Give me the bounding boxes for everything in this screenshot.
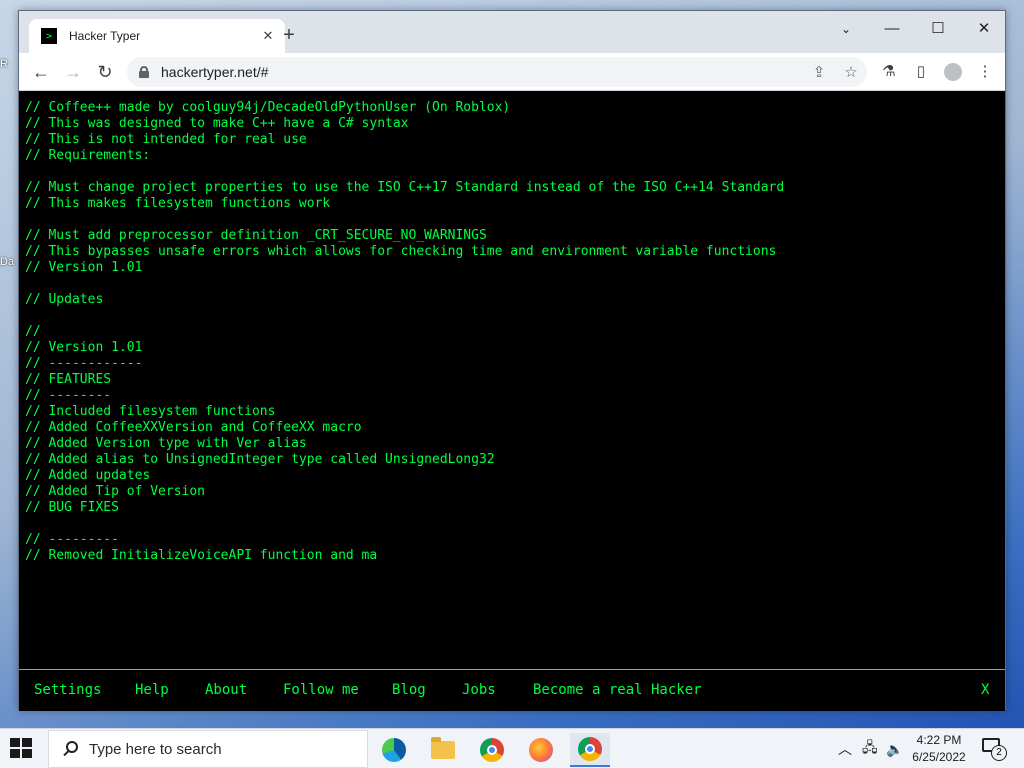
clock-time: 4:22 PM	[916, 733, 962, 747]
search-placeholder: Type here to search	[89, 740, 222, 758]
desktop-icon-fragment: Da	[0, 256, 15, 268]
bookmark-star-icon[interactable]: ☆	[835, 63, 867, 81]
forward-button[interactable]: →	[61, 60, 85, 84]
terminal-line: // Added Tip of Version	[25, 484, 206, 499]
chrome-icon	[480, 738, 504, 762]
terminal-line: // Version 1.01	[25, 260, 143, 275]
clock-date: 6/25/2022	[912, 750, 966, 764]
reload-button[interactable]: ↻	[93, 60, 117, 84]
footer-link-jobs[interactable]: Jobs	[462, 682, 496, 698]
terminal-line: // ------------	[25, 356, 143, 371]
footer-close-button[interactable]: X	[981, 682, 989, 698]
taskbar-search-input[interactable]: Type here to search	[48, 730, 368, 768]
terminal-line: // This makes filesystem functions work	[25, 196, 331, 211]
taskbar-firefox-button[interactable]	[521, 733, 561, 767]
footer-link-blog[interactable]: Blog	[392, 682, 426, 698]
terminal-line: // Included filesystem functions	[25, 404, 276, 419]
notification-count-badge: 2	[991, 745, 1007, 761]
terminal-line: // This bypasses unsafe errors which all…	[25, 244, 777, 259]
address-bar[interactable]: hackertyper.net/# ⇪ ☆	[127, 57, 867, 87]
tray-overflow-chevron-icon[interactable]: ︿	[838, 729, 852, 768]
footer-link-about[interactable]: About	[205, 682, 247, 698]
terminal-line: // Requirements:	[25, 148, 151, 163]
terminal-line: // This is not intended for real use	[25, 132, 307, 147]
hackertyper-favicon-icon: >	[41, 28, 57, 44]
tab-strip: > Hacker Typer ✕ + ⌄ — ☐ ✕	[19, 11, 1005, 53]
footer-link-follow-me[interactable]: Follow me	[283, 682, 359, 698]
url-text[interactable]: hackertyper.net/#	[161, 64, 803, 80]
terminal-line: // This was designed to make C++ have a …	[25, 116, 409, 131]
tab-close-icon[interactable]: ✕	[257, 28, 279, 44]
network-icon[interactable]: 🖧	[862, 729, 878, 768]
hacker-footer-bar: Settings Help About Follow me Blog Jobs …	[19, 669, 1005, 711]
side-panel-icon[interactable]: ▯	[907, 60, 935, 84]
terminal-line: // Added updates	[25, 468, 151, 483]
browser-window: > Hacker Typer ✕ + ⌄ — ☐ ✕ ← → ↻ hackert…	[18, 10, 1006, 711]
terminal-line: // Updates	[25, 292, 104, 307]
profile-avatar-icon[interactable]	[939, 60, 967, 84]
tab-search-button[interactable]: ⌄	[823, 17, 869, 41]
windows-start-icon[interactable]	[10, 738, 34, 760]
back-button[interactable]: ←	[29, 60, 53, 84]
terminal-line: // --------	[25, 388, 112, 403]
notification-center-icon[interactable]: 2	[982, 738, 1007, 761]
minimize-button[interactable]: —	[869, 17, 915, 41]
maximize-button[interactable]: ☐	[915, 17, 961, 41]
firefox-icon	[529, 738, 553, 762]
search-icon	[63, 741, 79, 757]
browser-toolbar: ← → ↻ hackertyper.net/# ⇪ ☆ ⚗ ▯ ⋮	[19, 53, 1005, 91]
hacker-terminal[interactable]: // Coffee++ made by coolguy94j/DecadeOld…	[19, 91, 1005, 669]
tab-title: Hacker Typer	[69, 29, 141, 43]
desktop-icon-fragment: R	[0, 58, 8, 70]
taskbar: Type here to search ︿ 🖧 🔈 4:22 PM 6/25/2…	[0, 728, 1024, 768]
taskbar-clock[interactable]: 4:22 PM 6/25/2022	[908, 732, 970, 766]
terminal-line: // ---------	[25, 532, 119, 547]
taskbar-file-explorer-button[interactable]	[423, 733, 463, 767]
terminal-line: // Coffee++ made by coolguy94j/DecadeOld…	[25, 100, 511, 115]
footer-link-settings[interactable]: Settings	[34, 682, 101, 698]
footer-link-help[interactable]: Help	[135, 682, 169, 698]
terminal-line: // Must change project properties to use…	[25, 180, 785, 195]
terminal-line: //	[25, 324, 41, 339]
extensions-icon[interactable]: ⚗	[875, 60, 903, 84]
terminal-line: // Version 1.01	[25, 340, 143, 355]
edge-icon	[382, 738, 406, 762]
taskbar-chrome-button[interactable]	[472, 733, 512, 767]
terminal-line: // BUG FIXES	[25, 500, 119, 515]
lock-icon[interactable]	[139, 66, 149, 78]
taskbar-chrome-active-button[interactable]	[570, 733, 610, 767]
terminal-line: // Added alias to UnsignedInteger type c…	[25, 452, 495, 467]
folder-icon	[431, 737, 455, 759]
footer-link-become-hacker[interactable]: Become a real Hacker	[533, 682, 702, 698]
terminal-line: // Added Version type with Ver alias	[25, 436, 307, 451]
more-menu-icon[interactable]: ⋮	[971, 60, 999, 84]
close-window-button[interactable]: ✕	[961, 17, 1007, 41]
share-icon[interactable]: ⇪	[803, 63, 835, 81]
chrome-icon	[578, 737, 602, 761]
tab-hacker-typer[interactable]: > Hacker Typer ✕	[29, 19, 285, 53]
taskbar-edge-button[interactable]	[374, 733, 414, 767]
terminal-line: // Added CoffeeXXVersion and CoffeeXX ma…	[25, 420, 362, 435]
terminal-line: // FEATURES	[25, 372, 112, 387]
terminal-line: // Must add preprocessor definition _CRT…	[25, 228, 487, 243]
terminal-line: // Removed InitializeVoiceAPI function a…	[25, 548, 378, 563]
volume-icon[interactable]: 🔈	[886, 729, 903, 768]
new-tab-button[interactable]: +	[277, 24, 301, 48]
